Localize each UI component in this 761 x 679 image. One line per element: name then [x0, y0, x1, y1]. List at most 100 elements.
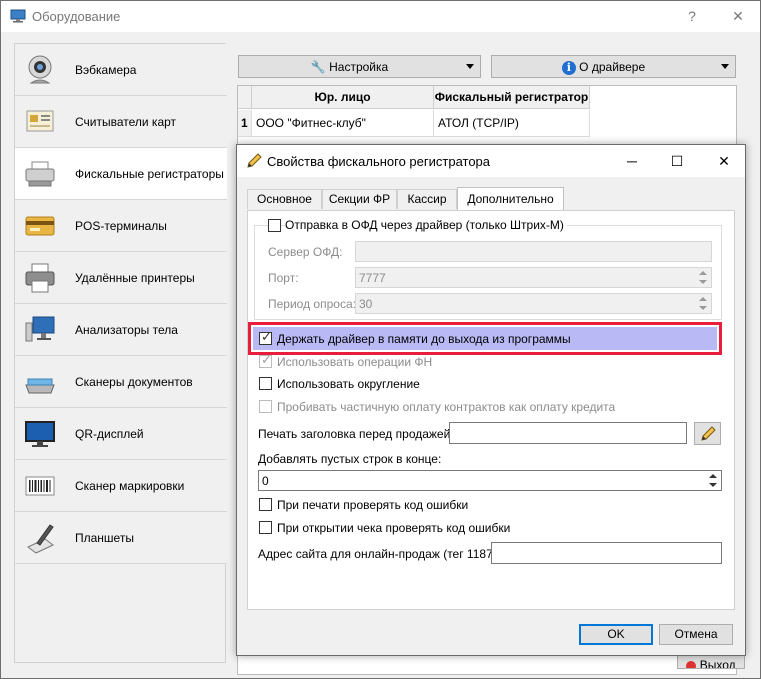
- checkmark-icon: ✓: [261, 329, 272, 344]
- qr-display-icon: [25, 421, 55, 447]
- ofd-period-stepper[interactable]: 30: [355, 293, 712, 314]
- sidebar-item-label: Сканеры документов: [75, 375, 193, 389]
- ofd-port-value: 7777: [359, 271, 386, 285]
- window-close-button[interactable]: ✕: [725, 5, 751, 27]
- partial-payment-label: Пробивать частичную оплату контрактов ка…: [277, 400, 616, 414]
- ofd-send-label: Отправка в ОФД через драйвер (только Штр…: [285, 218, 567, 232]
- sidebar-item-label: Сканер маркировки: [75, 479, 185, 493]
- card-reader-icon: [26, 110, 54, 132]
- tablet-icon: [27, 524, 54, 554]
- row-number: 1: [238, 110, 252, 137]
- equipment-sidebar: Вэбкамера Считыватели карт Фискальные ре…: [14, 43, 227, 663]
- sidebar-item-label: Вэбкамера: [75, 63, 137, 77]
- settings-button-label: Настройка: [329, 60, 389, 74]
- ofd-server-field[interactable]: [355, 241, 712, 262]
- cancel-button[interactable]: Отмена: [659, 624, 733, 645]
- barcode-scanner-icon: [25, 476, 55, 496]
- settings-dropdown-button[interactable]: 🔧 Настройка: [238, 55, 481, 78]
- empty-lines-value: 0: [262, 474, 269, 488]
- partial-payment-checkbox[interactable]: [259, 400, 272, 413]
- spin-up-icon[interactable]: [696, 269, 710, 278]
- ofd-send-checkbox[interactable]: [268, 219, 281, 232]
- spin-up-icon[interactable]: [706, 472, 720, 481]
- sidebar-item-pos-terminals[interactable]: POS-терминалы: [15, 200, 227, 252]
- sidebar-item-label: POS-терминалы: [75, 219, 167, 233]
- dialog-titlebar: Свойства фискального регистратора ─ ☐ ✕: [237, 145, 745, 177]
- sidebar-item-remote-printers[interactable]: Удалённые принтеры: [15, 252, 227, 304]
- sidebar-item-body-analyzers[interactable]: Анализаторы тела: [15, 304, 227, 356]
- sidebar-item-fiscal-registers[interactable]: Фискальные регистраторы: [15, 148, 227, 200]
- check-error-print-label: При печати проверять код ошибки: [277, 498, 469, 512]
- edit-header-button[interactable]: [694, 422, 721, 445]
- keep-driver-label: Держать драйвер в памяти до выхода из пр…: [277, 332, 571, 346]
- help-button[interactable]: ?: [679, 5, 705, 27]
- window-titlebar: Оборудование ? ✕: [1, 1, 760, 32]
- spin-up-icon[interactable]: [696, 295, 710, 304]
- sidebar-item-label: Фискальные регистраторы: [75, 167, 224, 181]
- sidebar-item-qr-display[interactable]: QR-дисплей: [15, 408, 227, 460]
- ofd-period-value: 30: [359, 297, 373, 311]
- exit-button[interactable]: Выход: [677, 655, 745, 669]
- checkmark-icon: ✓: [261, 352, 272, 367]
- keep-driver-checkbox[interactable]: ✓: [259, 329, 272, 345]
- rounding-checkbox[interactable]: [259, 377, 272, 390]
- sidebar-item-document-scanners[interactable]: Сканеры документов: [15, 356, 227, 408]
- sidebar-item-marking-scanner[interactable]: Сканер маркировки: [15, 460, 227, 512]
- printer-icon: [25, 263, 55, 293]
- dialog-title: Свойства фискального регистратора: [267, 154, 491, 169]
- header-print-field[interactable]: [449, 422, 687, 444]
- sidebar-item-card-readers[interactable]: Считыватели карт: [15, 96, 227, 148]
- use-fn-checkbox[interactable]: ✓: [259, 352, 272, 368]
- tab-main[interactable]: Основное: [247, 189, 322, 209]
- wrench-icon: 🔧: [310, 60, 326, 74]
- sidebar-item-label: Планшеты: [75, 531, 134, 545]
- use-fn-label: Использовать операции ФН: [277, 355, 433, 369]
- row-entity-cell[interactable]: ООО "Фитнес-клуб": [252, 110, 434, 137]
- about-button-content: i О драйвере: [492, 60, 715, 75]
- pos-terminal-icon: [25, 216, 55, 236]
- sidebar-item-label: QR-дисплей: [75, 427, 144, 441]
- document-scanner-icon: [25, 378, 55, 394]
- check-error-open-label: При открытии чека проверять код ошибки: [277, 521, 511, 535]
- body-analyzer-icon: [25, 316, 55, 342]
- spin-down-icon[interactable]: [696, 304, 710, 313]
- pencil-icon: [247, 153, 262, 168]
- empty-lines-label: Добавлять пустых строк в конце:: [258, 452, 442, 466]
- dialog-minimize-button[interactable]: ─: [618, 150, 646, 172]
- tab-fr-sections[interactable]: Секции ФР: [322, 189, 397, 209]
- row-register-cell[interactable]: АТОЛ (TCP/IP): [434, 110, 590, 137]
- check-error-open-checkbox[interactable]: [259, 521, 272, 534]
- webcam-icon: [28, 55, 52, 84]
- rounding-label: Использовать округление: [277, 377, 420, 391]
- header-print-label: Печать заголовка перед продажей:: [258, 427, 454, 441]
- spin-down-icon[interactable]: [696, 278, 710, 287]
- tab-additional[interactable]: Дополнительно: [457, 187, 564, 210]
- grid-header-entity[interactable]: Юр. лицо: [252, 86, 434, 109]
- ok-button[interactable]: OK: [579, 624, 653, 645]
- window-title: Оборудование: [32, 9, 121, 24]
- grid-corner-cell: [238, 86, 252, 109]
- empty-lines-stepper[interactable]: 0: [258, 470, 722, 491]
- check-error-print-checkbox[interactable]: [259, 498, 272, 511]
- chevron-down-icon: [466, 64, 474, 69]
- sidebar-item-webcam[interactable]: Вэбкамера: [15, 44, 227, 96]
- sidebar-item-label: Удалённые принтеры: [75, 271, 195, 285]
- info-icon: i: [561, 61, 576, 75]
- sidebar-item-tablets[interactable]: Планшеты: [15, 512, 227, 564]
- ofd-port-stepper[interactable]: 7777: [355, 267, 712, 288]
- about-driver-dropdown-button[interactable]: i О драйвере: [491, 55, 736, 78]
- site-address-field[interactable]: [491, 542, 722, 564]
- fiscal-printer-icon: [25, 161, 55, 187]
- about-button-label: О драйвере: [579, 60, 646, 74]
- dialog-maximize-button[interactable]: ☐: [663, 150, 691, 172]
- grid-header-register[interactable]: Фискальный регистратор: [434, 86, 590, 109]
- tab-cashier[interactable]: Кассир: [397, 189, 457, 209]
- chevron-down-icon: [721, 64, 729, 69]
- spin-down-icon[interactable]: [706, 481, 720, 490]
- ofd-server-label: Сервер ОФД:: [268, 245, 343, 259]
- dialog-close-button[interactable]: ✕: [710, 150, 738, 172]
- site-address-label: Адрес сайта для онлайн-продаж (тег 1187)…: [258, 547, 501, 561]
- sidebar-item-label: Анализаторы тела: [75, 323, 178, 337]
- ofd-port-label: Порт:: [268, 271, 299, 285]
- exit-button-label: Выход: [699, 658, 736, 669]
